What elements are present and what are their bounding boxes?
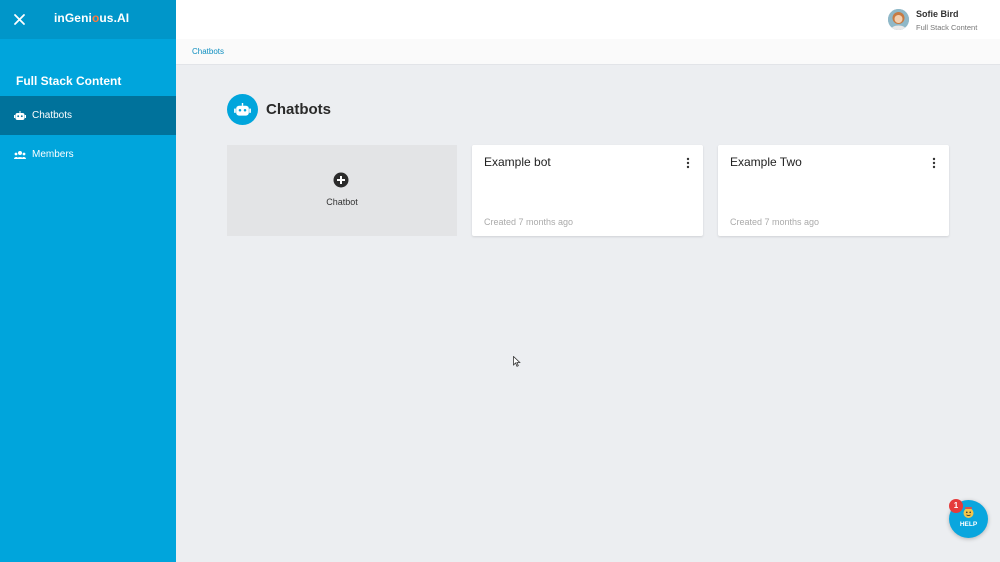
chatbot-card[interactable]: Example bot Created 7 months ago [472, 145, 703, 236]
chatbot-face-icon [962, 506, 975, 518]
chatbot-card[interactable]: Example Two Created 7 months ago [718, 145, 949, 236]
app-logo[interactable]: inGenious.AI [54, 11, 129, 25]
breadcrumb-item-chatbots[interactable]: Chatbots [192, 47, 224, 56]
chatbot-name: Example Two [730, 155, 802, 169]
sidebar: inGenious.AI Full Stack Content Chatbots… [0, 0, 176, 562]
sidebar-item-members[interactable]: Members [0, 135, 176, 174]
chatbot-created: Created 7 months ago [730, 217, 820, 227]
notification-badge: 1 [949, 499, 963, 513]
more-options-icon[interactable] [685, 156, 691, 169]
chatbot-created: Created 7 months ago [484, 217, 574, 227]
page-title: Chatbots [266, 101, 331, 118]
mouse-cursor-icon [513, 354, 521, 367]
user-org: Full Stack Content [916, 23, 978, 32]
user-name[interactable]: Sofie Bird [916, 9, 959, 19]
breadcrumb: Chatbots [176, 39, 1000, 65]
sidebar-item-label: Chatbots [32, 110, 73, 121]
org-name: Full Stack Content [16, 74, 122, 88]
plus-circle-icon [333, 172, 349, 188]
more-options-icon[interactable] [931, 156, 937, 169]
robot-icon [227, 94, 258, 125]
close-icon[interactable] [13, 13, 26, 26]
robot-icon [14, 110, 26, 121]
help-label: HELP [959, 521, 978, 528]
avatar[interactable] [888, 9, 909, 30]
topbar: Sofie Bird Full Stack Content [176, 0, 1000, 39]
add-chatbot-card[interactable] [227, 145, 457, 236]
sidebar-item-label: Members [32, 149, 74, 160]
sidebar-header: inGenious.AI [0, 0, 176, 39]
add-chatbot-label: Chatbot [326, 197, 358, 207]
chatbot-name: Example bot [484, 155, 551, 169]
members-icon [14, 150, 26, 160]
sidebar-item-chatbots[interactable]: Chatbots [0, 96, 176, 135]
